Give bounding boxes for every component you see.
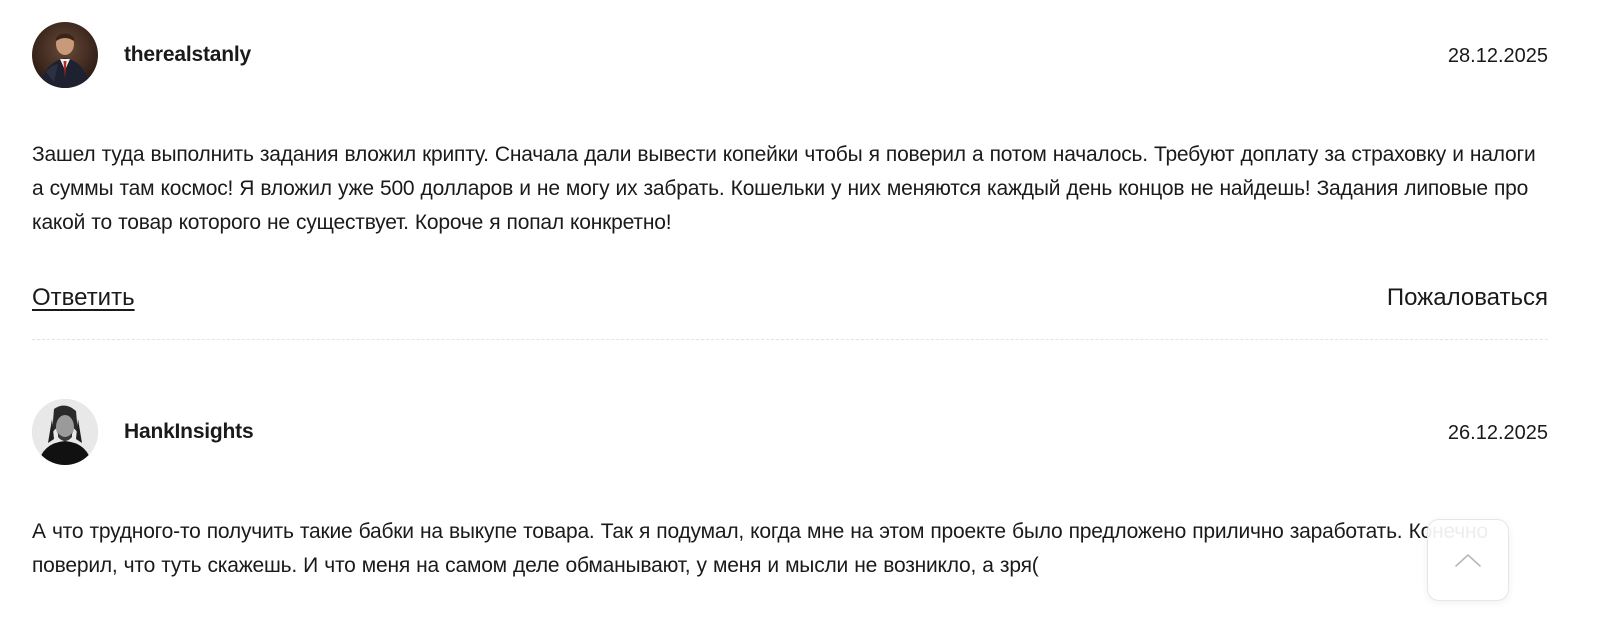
comment-item: therealstanly 28.12.2025 Зашел туда выпо… — [32, 22, 1548, 311]
comment-author: therealstanly — [124, 43, 251, 66]
comment-date: 28.12.2025 — [1447, 45, 1548, 67]
comment-header: therealstanly 28.12.2025 — [32, 22, 1548, 88]
comment-divider — [32, 339, 1548, 340]
scroll-to-top-button[interactable] — [1427, 519, 1509, 601]
comment-text: Зашел туда выполнить задания вложил крип… — [32, 143, 1536, 234]
comment-header: HankInsights 26.12.2025 — [32, 399, 1548, 465]
user-avatar — [32, 399, 98, 465]
avatar-photo-icon — [32, 22, 98, 88]
user-avatar — [32, 22, 98, 88]
comment-date: 26.12.2025 — [1447, 422, 1548, 444]
comment-actions: Ответить Пожаловаться — [32, 284, 1548, 314]
comment-author: HankInsights — [124, 420, 254, 443]
comment-item: HankInsights 26.12.2025 А что трудного-т… — [32, 399, 1548, 577]
comments-page: therealstanly 28.12.2025 Зашел туда выпо… — [0, 0, 1600, 621]
avatar-photo-icon — [32, 399, 98, 465]
reply-link[interactable]: Ответить — [32, 284, 135, 312]
comment-text: А что трудного-то получить такие бабки н… — [32, 520, 1488, 577]
report-link[interactable]: Пожаловаться — [1387, 284, 1548, 312]
chevron-up-icon — [1455, 554, 1481, 567]
